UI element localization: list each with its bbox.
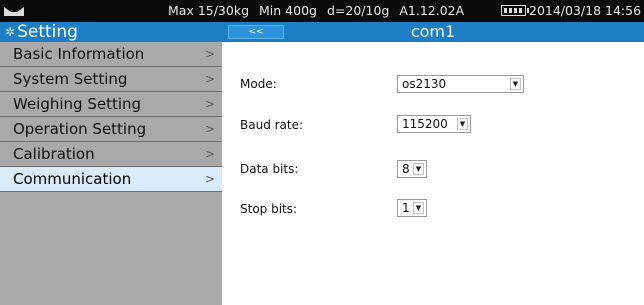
- date-time: 2014/03/18 14:56: [529, 3, 642, 18]
- firmware-version: A1.12.02A: [399, 3, 465, 18]
- chevron-right-icon: >: [204, 147, 215, 161]
- sidebar-item-label: Calibration: [13, 145, 95, 163]
- min-capacity: Min 400g: [259, 3, 317, 18]
- back-button[interactable]: <<: [228, 25, 284, 39]
- baud-rate-select[interactable]: 115200 ▼: [397, 115, 471, 133]
- sidebar-item-label: System Setting: [13, 70, 128, 88]
- chevron-right-icon: >: [204, 122, 215, 136]
- baud-rate-label: Baud rate:: [240, 118, 304, 132]
- chevron-down-icon: ▼: [413, 163, 424, 175]
- sidebar-item-label: Weighing Setting: [13, 95, 142, 113]
- chevron-right-icon: >: [204, 172, 215, 186]
- baud-rate-value: 115200: [402, 117, 448, 131]
- sidebar-title: ✲ Setting: [0, 22, 222, 42]
- page-title: com1: [410, 22, 456, 41]
- max-capacity: Max 15/30kg: [168, 3, 250, 18]
- stop-bits-label: Stop bits:: [240, 202, 298, 216]
- chevron-right-icon: >: [204, 72, 215, 86]
- settings-form: Mode: os2130 ▼ Baud rate: 115200 ▼ Data …: [222, 42, 644, 305]
- battery-icon: [501, 5, 529, 16]
- sidebar-item-communication[interactable]: Communication >: [0, 167, 222, 192]
- data-bits-value: 8: [402, 162, 410, 176]
- sidebar-item-basic-information[interactable]: Basic Information >: [0, 42, 222, 67]
- mode-label: Mode:: [240, 77, 277, 91]
- chevron-down-icon: ▼: [510, 78, 521, 90]
- chevron-right-icon: >: [204, 97, 215, 111]
- mode-select[interactable]: os2130 ▼: [397, 75, 524, 93]
- sidebar-item-label: Basic Information: [13, 45, 145, 63]
- stop-bits-value: 1: [402, 201, 410, 215]
- sidebar-item-weighing-setting[interactable]: Weighing Setting >: [0, 92, 222, 117]
- chevron-down-icon: ▼: [457, 118, 468, 130]
- mode-value: os2130: [402, 77, 447, 91]
- status-bar: Max 15/30kg Min 400g d=20/10g A1.12.02A 201…: [0, 0, 644, 22]
- sidebar-item-label: Communication: [13, 170, 132, 188]
- division-value: d=20/10g: [326, 3, 390, 18]
- page-header: com1 <<: [222, 22, 644, 42]
- sidebar: ✲ Setting Basic Information > System Sett…: [0, 22, 222, 305]
- data-bits-select[interactable]: 8 ▼: [397, 160, 427, 178]
- chevron-down-icon: ▼: [413, 202, 424, 214]
- sidebar-item-label: Operation Setting: [13, 120, 147, 138]
- sidebar-title-label: Setting: [17, 22, 78, 42]
- data-bits-label: Data bits:: [240, 162, 299, 176]
- chevron-right-icon: >: [204, 47, 215, 61]
- status-info: Max 15/30kg Min 400g d=20/10g A1.12.02A: [168, 3, 474, 18]
- gear-icon: ✲: [5, 25, 16, 39]
- sidebar-item-system-setting[interactable]: System Setting >: [0, 67, 222, 92]
- logo-icon: [4, 7, 24, 16]
- sidebar-item-calibration[interactable]: Calibration >: [0, 142, 222, 167]
- sidebar-item-operation-setting[interactable]: Operation Setting >: [0, 117, 222, 142]
- stop-bits-select[interactable]: 1 ▼: [397, 199, 427, 217]
